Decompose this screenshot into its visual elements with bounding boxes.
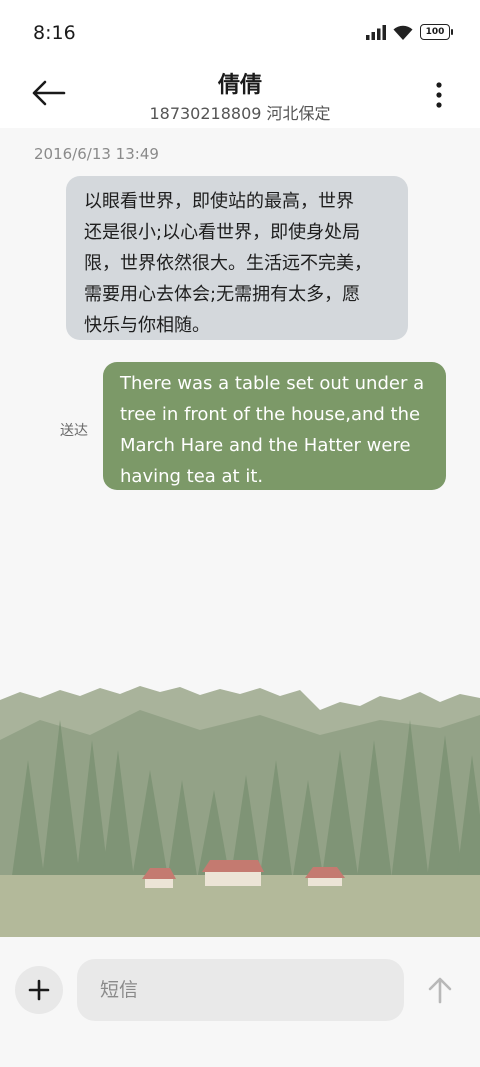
contact-name: 倩倩 [217,73,262,98]
contact-subtitle: 18730218809 河北保定 [149,104,331,123]
status-bar: 8:16 100 [0,0,480,62]
arrow-up-icon[interactable] [425,975,455,1005]
message-line: March Hare and the Hatter were [120,435,411,456]
status-time: 8:16 [33,22,76,44]
plus-icon [28,979,50,1001]
message-line: 以眼看世界，即使站的最高，世界 [84,191,354,212]
status-icons: 100 [366,24,453,40]
message-line: 限，世界依然很大。生活远不完美， [84,253,372,274]
wifi-icon [393,25,413,40]
battery-icon: 100 [420,24,453,40]
delivery-status: 送达 [60,423,88,439]
more-vertical-icon[interactable] [434,80,444,110]
message-line: There was a table set out under a [120,373,425,394]
signal-icon [366,24,386,40]
message-line: 快乐与你相随。 [84,315,210,336]
conversation-header: 倩倩 18730218809 河北保定 [0,62,480,128]
message-line: 需要用心去体会;无需拥有太多，愿 [84,284,361,305]
landscape-wallpaper [0,686,480,940]
outgoing-message-bubble[interactable]: There was a table set out under a tree i… [103,362,446,490]
composer-bar [0,937,480,1067]
incoming-message-bubble[interactable]: 以眼看世界，即使站的最高，世界 还是很小;以心看世界，即使身处局 限，世界依然很… [66,176,408,340]
message-timestamp: 2016/6/13 13:49 [34,145,159,163]
add-attachment-button[interactable] [15,966,63,1014]
message-line: having tea at it. [120,466,264,487]
message-line: tree in front of the house,and the [120,404,421,425]
sms-input[interactable] [77,959,404,1021]
message-line: 还是很小;以心看世界，即使身处局 [84,222,361,243]
